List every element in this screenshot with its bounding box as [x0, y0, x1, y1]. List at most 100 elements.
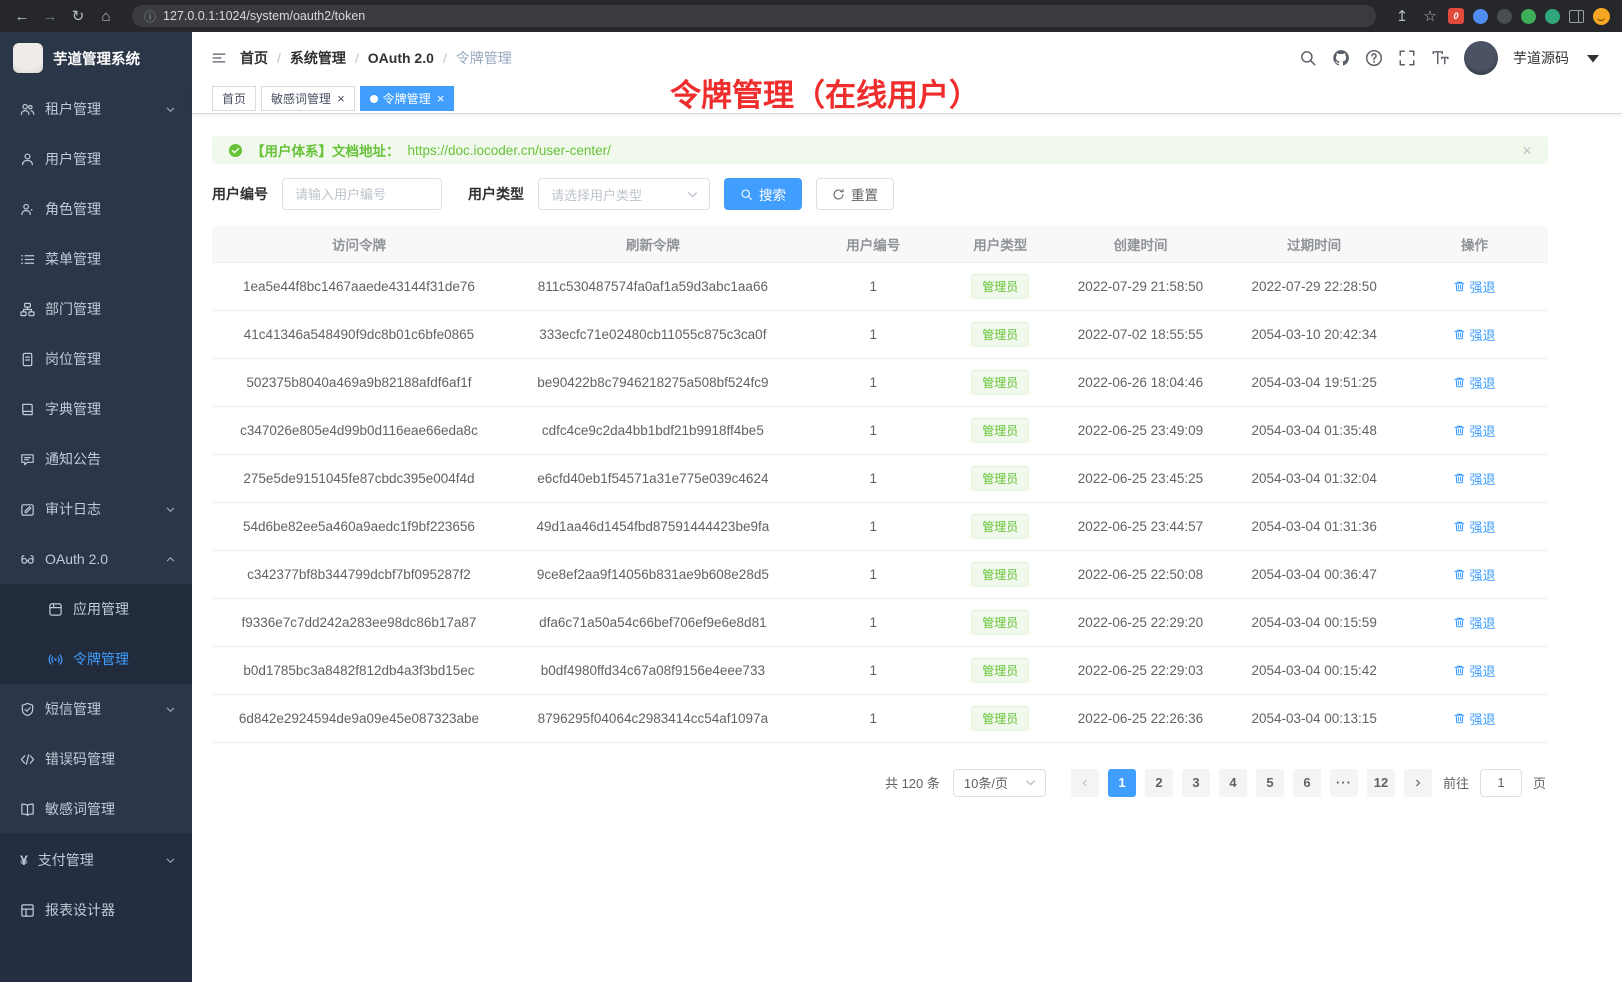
back-icon[interactable]: ←: [12, 8, 32, 25]
chevron-down-icon: [165, 504, 176, 515]
next-page-button[interactable]: ›: [1404, 769, 1432, 797]
extension-red-badge-icon[interactable]: 0: [1448, 8, 1464, 24]
table-row: 502375b8040a469a9b82188afdf6af1fbe90422b…: [212, 358, 1548, 406]
sidebar-item-oauth2-token[interactable]: 令牌管理: [0, 634, 192, 684]
tab-令牌管理[interactable]: 令牌管理×: [360, 86, 455, 111]
force-logout-button[interactable]: 强退: [1453, 421, 1495, 440]
page-button-2[interactable]: 2: [1145, 769, 1173, 797]
page-button-1[interactable]: 1: [1108, 769, 1136, 797]
forward-icon[interactable]: →: [40, 8, 60, 25]
sidebar-item-role[interactable]: 角色管理: [0, 184, 192, 234]
cell-created-time: 2022-06-26 18:04:46: [1054, 358, 1228, 406]
caret-down-icon[interactable]: [1584, 49, 1602, 67]
force-logout-button[interactable]: 强退: [1453, 709, 1495, 728]
cell-access-token: 1ea5e44f8bc1467aaede43144f31de76: [212, 262, 506, 310]
question-icon[interactable]: [1365, 49, 1383, 67]
font-size-icon[interactable]: [1431, 49, 1449, 67]
sidebar-item-post[interactable]: 岗位管理: [0, 334, 192, 384]
fullscreen-icon[interactable]: [1398, 49, 1416, 67]
force-logout-button[interactable]: 强退: [1453, 661, 1495, 680]
breadcrumb-item[interactable]: 首页: [240, 48, 268, 68]
sidebar-item-user[interactable]: 用户管理: [0, 134, 192, 184]
github-icon[interactable]: [1332, 49, 1350, 67]
table-header-row: 访问令牌刷新令牌用户编号用户类型创建时间过期时间操作: [212, 226, 1548, 262]
reload-icon[interactable]: ↻: [68, 7, 88, 25]
app-logo[interactable]: 芋道管理系统: [0, 32, 192, 84]
profile-avatar-icon[interactable]: [1593, 8, 1610, 25]
sidebar-item-sms[interactable]: 短信管理: [0, 684, 192, 734]
prev-page-button[interactable]: ‹: [1071, 769, 1099, 797]
trash-icon: [1453, 280, 1466, 293]
share-icon[interactable]: ↥: [1392, 7, 1412, 25]
user-type-select[interactable]: 请选择用户类型: [538, 178, 710, 210]
page-button-4[interactable]: 4: [1219, 769, 1247, 797]
goto-page-input[interactable]: [1480, 769, 1522, 797]
sidebar-item-report-designer[interactable]: 报表设计器: [0, 885, 192, 935]
url-bar[interactable]: ⓘ 127.0.0.1:1024/system/oauth2/token: [132, 5, 1376, 27]
tab-首页[interactable]: 首页: [212, 86, 256, 111]
page-button-6[interactable]: 6: [1293, 769, 1321, 797]
user-avatar[interactable]: [1464, 41, 1498, 75]
force-logout-button[interactable]: 强退: [1453, 469, 1495, 488]
page-button-12[interactable]: 12: [1367, 769, 1395, 797]
force-logout-button[interactable]: 强退: [1453, 517, 1495, 536]
tab-close-icon[interactable]: ×: [337, 92, 345, 105]
users-icon: [20, 102, 35, 117]
page-button-5[interactable]: 5: [1256, 769, 1284, 797]
sidebar-item-label: 岗位管理: [45, 349, 176, 369]
username[interactable]: 芋道源码: [1513, 48, 1569, 68]
breadcrumb-item[interactable]: 系统管理: [290, 48, 346, 68]
cell-access-token: 54d6be82ee5a460a9aedc1f9bf223656: [212, 502, 506, 550]
alert-doc-link[interactable]: https://doc.iocoder.cn/user-center/: [408, 143, 611, 158]
more-pages-button[interactable]: ···: [1330, 769, 1358, 797]
tab-敏感词管理[interactable]: 敏感词管理×: [261, 86, 355, 111]
hamburger-icon[interactable]: [212, 51, 226, 65]
token-table-head: 访问令牌刷新令牌用户编号用户类型创建时间过期时间操作: [212, 226, 1548, 262]
app-icon: [48, 602, 63, 617]
sidebar-item-notice[interactable]: 通知公告: [0, 434, 192, 484]
sidebar-item-tenant[interactable]: 租户管理: [0, 84, 192, 134]
tab-close-icon[interactable]: ×: [437, 92, 445, 105]
sidebar-item-pay[interactable]: ¥支付管理: [0, 835, 192, 885]
force-logout-button[interactable]: 强退: [1453, 373, 1495, 392]
user-type-label: 用户类型: [468, 184, 524, 204]
sidebar-item-audit-log[interactable]: 审计日志: [0, 484, 192, 534]
force-logout-button[interactable]: 强退: [1453, 325, 1495, 344]
search-icon[interactable]: [1299, 49, 1317, 67]
cell-action: 强退: [1401, 598, 1548, 646]
user-id-input[interactable]: [282, 178, 442, 210]
split-view-icon[interactable]: [1569, 10, 1584, 23]
force-logout-button[interactable]: 强退: [1453, 565, 1495, 584]
info-icon[interactable]: ⓘ: [144, 8, 156, 25]
search-button[interactable]: 搜索: [724, 178, 802, 210]
sidebar-item-dict[interactable]: 字典管理: [0, 384, 192, 434]
extension-green-icon[interactable]: [1521, 9, 1536, 24]
extensions-puzzle-icon[interactable]: [1545, 9, 1560, 24]
trash-icon: [1453, 568, 1466, 581]
page-button-3[interactable]: 3: [1182, 769, 1210, 797]
cell-user-type: 管理员: [947, 646, 1054, 694]
sidebar-item-oauth2[interactable]: OAuth 2.0: [0, 534, 192, 584]
alert-close-icon[interactable]: ×: [1522, 142, 1532, 159]
reset-button[interactable]: 重置: [816, 178, 894, 210]
home-icon[interactable]: ⌂: [96, 8, 116, 25]
force-logout-button[interactable]: 强退: [1453, 613, 1495, 632]
dict-icon: [20, 402, 35, 417]
breadcrumb-item[interactable]: OAuth 2.0: [368, 50, 434, 66]
page-size-select[interactable]: 10条/页: [953, 769, 1046, 797]
extension-dark-icon[interactable]: [1497, 9, 1512, 24]
cell-access-token: 41c41346a548490f9dc8b01c6bfe0865: [212, 310, 506, 358]
tab-active-dot-icon: [370, 95, 378, 103]
sidebar-item-dept[interactable]: 部门管理: [0, 284, 192, 334]
force-logout-button[interactable]: 强退: [1453, 277, 1495, 296]
filter-bar: 用户编号 用户类型 请选择用户类型 搜索 重置: [212, 178, 1548, 210]
bookmark-star-icon[interactable]: ☆: [1420, 7, 1440, 25]
extension-blue-icon[interactable]: [1473, 9, 1488, 24]
topbar: 首页/系统管理/OAuth 2.0/令牌管理 芋道源码: [192, 32, 1622, 84]
sidebar-item-error-code[interactable]: 错误码管理: [0, 734, 192, 784]
goto-label: 前往: [1443, 773, 1469, 792]
sidebar-item-menu[interactable]: 菜单管理: [0, 234, 192, 284]
sidebar-item-oauth2-app[interactable]: 应用管理: [0, 584, 192, 634]
sidebar-item-sensitive-word[interactable]: 敏感词管理: [0, 784, 192, 834]
token-table: 访问令牌刷新令牌用户编号用户类型创建时间过期时间操作 1ea5e44f8bc14…: [212, 226, 1548, 743]
